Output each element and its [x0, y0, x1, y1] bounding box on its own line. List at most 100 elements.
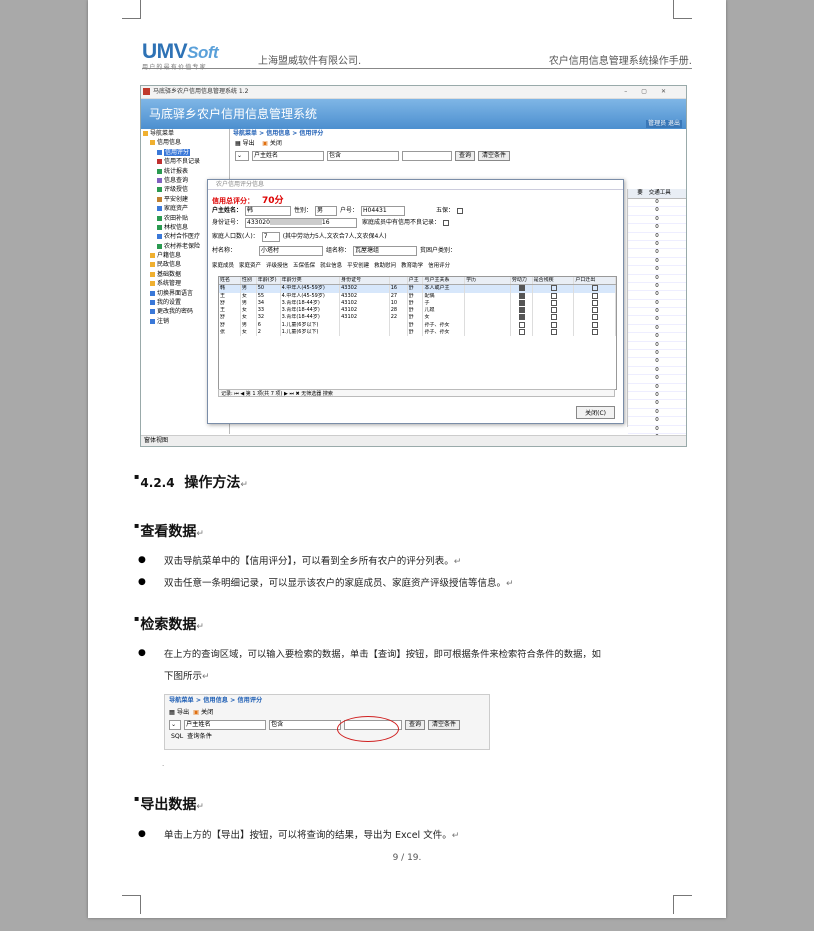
dialog-tab[interactable]: 教育助学	[401, 263, 423, 269]
table-row[interactable]: 舒男 34 3.青年(18-44岁) 43102 10 舒子	[219, 299, 617, 308]
grid-header-cell[interactable]: 年龄(岁)	[257, 277, 281, 285]
table-row[interactable]: 0	[628, 207, 686, 216]
grid-header-cell[interactable]	[390, 277, 408, 285]
table-row[interactable]: 0	[628, 291, 686, 300]
grid-checkbox[interactable]	[592, 329, 599, 336]
table-row[interactable]: 0	[628, 392, 686, 401]
window-controls[interactable]: –▢✕	[624, 86, 680, 98]
group-field[interactable]: 瓦屋塘组	[353, 245, 418, 256]
table-row[interactable]: 0	[628, 417, 686, 426]
grid-checkbox[interactable]	[550, 314, 557, 321]
grid-checkbox[interactable]	[518, 292, 525, 299]
table-row[interactable]: 0	[628, 308, 686, 317]
table-row[interactable]: 0	[628, 367, 686, 376]
table-row[interactable]: 王女 55 4.中年人(45-59岁) 43302 27 舒配偶	[219, 292, 617, 300]
dialog-tab[interactable]: 家庭资产	[239, 263, 261, 269]
table-row[interactable]: 0	[628, 241, 686, 250]
table-row[interactable]: 舒女 32 3.青年(18-44岁) 43102 22 舒女	[219, 314, 617, 322]
householder-field[interactable]: 韩	[245, 205, 292, 216]
grid-header-cell[interactable]: 姓名	[219, 277, 241, 285]
grid-checkbox[interactable]	[592, 307, 599, 314]
grid-checkbox[interactable]	[518, 285, 525, 292]
grid-checkbox[interactable]	[518, 307, 525, 314]
hukou-field[interactable]: H04431	[361, 205, 406, 216]
grid-header-cell[interactable]: 学历	[465, 277, 511, 285]
table-row[interactable]: 0	[628, 333, 686, 342]
grid-checkbox[interactable]	[518, 329, 525, 336]
table-row[interactable]: 0	[628, 325, 686, 334]
nav-item[interactable]: 信用评分	[141, 148, 229, 157]
dialog-close-button[interactable]: 关闭(C)	[576, 406, 615, 419]
dialog-tab[interactable]: 五保低保	[293, 263, 315, 269]
operator-select[interactable]: 包含	[327, 150, 399, 161]
village-field[interactable]: 小塔村	[259, 245, 324, 256]
table-row[interactable]: 王女 33 3.青年(18-44岁) 43102 28 舒儿媳	[219, 307, 617, 315]
table-row[interactable]: 0	[628, 233, 686, 241]
grid-header-cell[interactable]: 户主	[408, 277, 424, 285]
grid-checkbox[interactable]	[518, 299, 525, 306]
search-button[interactable]: 查询	[455, 150, 476, 161]
table-row[interactable]: 0	[628, 216, 686, 225]
grid-header-cell[interactable]: 是否残疾	[533, 277, 575, 285]
grid-header-cell[interactable]: 身份证号	[340, 277, 390, 285]
table-row[interactable]: 0	[628, 266, 686, 275]
dialog-tab[interactable]: 家庭成员	[212, 263, 234, 269]
shot-search-button[interactable]: 查询	[405, 720, 426, 730]
grid-checkbox[interactable]	[518, 321, 525, 328]
grid-checkbox[interactable]	[592, 292, 599, 299]
grid-checkbox[interactable]	[592, 299, 599, 306]
family-count-field[interactable]: 7	[261, 231, 280, 242]
grid-checkbox[interactable]	[550, 321, 557, 328]
close-button[interactable]: ▣ 关闭	[262, 140, 282, 147]
gender-field[interactable]: 男	[315, 205, 338, 216]
table-row[interactable]: 0	[628, 283, 686, 292]
grid-checkbox[interactable]	[550, 307, 557, 314]
table-row[interactable]: 0	[628, 258, 686, 267]
shot-clear-button[interactable]: 清空条件	[428, 720, 461, 730]
table-row[interactable]: 0	[628, 316, 686, 325]
grid-header-cell[interactable]: 与户主关系	[423, 277, 466, 285]
grid-checkbox[interactable]	[550, 292, 557, 299]
table-row[interactable]: 张女 2 1.儿童(6岁以下) 舒孙子、孙女	[219, 329, 617, 337]
dialog-tab[interactable]: 信用评分	[428, 263, 450, 269]
nav-item[interactable]: 统计报表	[141, 167, 229, 176]
table-row[interactable]: 0	[628, 199, 686, 208]
table-row[interactable]: 舒男 6 1.儿童(6岁以下) 舒孙子、孙女	[219, 321, 617, 330]
grid-header-cell[interactable]: 劳动力	[511, 277, 533, 285]
dialog-tab[interactable]: 就业信息	[320, 263, 342, 269]
table-row[interactable]: 0	[628, 275, 686, 283]
nav-item[interactable]: 导航菜单	[141, 129, 229, 138]
bad-record-checkbox[interactable]	[443, 219, 450, 226]
grid-checkbox[interactable]	[592, 285, 599, 292]
dialog-tab[interactable]: 救助慰问	[374, 263, 396, 269]
table-row[interactable]: 0	[628, 426, 686, 434]
wubao-checkbox[interactable]	[457, 207, 464, 214]
grid-navigator[interactable]: 记录: ⏮ ◀ 第 1 项(共 7 项) ▶ ⏭ ✖ 无筛选器 搜索	[218, 389, 615, 397]
table-row[interactable]: 0	[628, 249, 686, 258]
table-row[interactable]: 0	[628, 342, 686, 351]
table-row[interactable]: 0	[628, 224, 686, 233]
field-select[interactable]: 户主姓名	[252, 150, 324, 161]
user-menu[interactable]: 管理员 退出	[646, 120, 682, 128]
query-value-input[interactable]	[402, 150, 452, 161]
table-row[interactable]: 0	[628, 300, 686, 309]
grid-checkbox[interactable]	[592, 321, 599, 328]
grid-checkbox[interactable]	[518, 314, 525, 321]
grid-header-cell[interactable]: 户口迁出	[574, 277, 617, 285]
table-row[interactable]: 韩男 50 4.中年人(45-59岁) 43302 16 舒本人或户主	[219, 285, 617, 293]
export-button[interactable]: ▦ 导出	[235, 140, 255, 147]
table-row[interactable]: 0	[628, 384, 686, 392]
grid-header-cell[interactable]: 性别	[241, 277, 257, 285]
nav-item[interactable]: 信用信息	[141, 138, 229, 147]
grid-checkbox[interactable]	[592, 314, 599, 321]
logic-select[interactable]: ⌄	[235, 150, 249, 161]
grid-checkbox[interactable]	[550, 329, 557, 336]
grid-checkbox[interactable]	[550, 285, 557, 292]
table-row[interactable]: 0	[628, 409, 686, 418]
dialog-tab[interactable]: 评级授信	[266, 263, 288, 269]
grid-checkbox[interactable]	[550, 299, 557, 306]
table-row[interactable]: 0	[628, 400, 686, 409]
grid-header-cell[interactable]: 年龄分类	[281, 277, 341, 285]
table-row[interactable]: 0	[628, 375, 686, 384]
nav-item[interactable]: 信用不良记录	[141, 157, 229, 166]
